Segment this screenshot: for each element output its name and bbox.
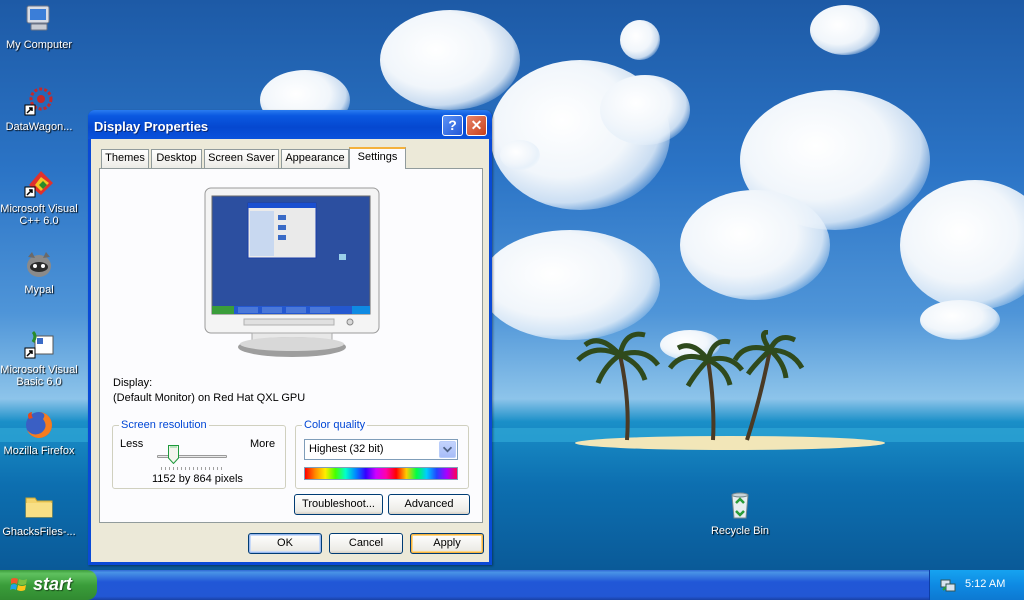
cloud <box>920 300 1000 340</box>
desktop-icon-label: Microsoft Visual Basic 6.0 <box>0 364 78 388</box>
color-spectrum-bar <box>304 467 458 480</box>
slider-more-label: More <box>250 438 276 450</box>
windows-logo-icon <box>10 578 27 591</box>
ok-button[interactable]: OK <box>248 533 322 554</box>
cloud <box>810 5 880 55</box>
desktop-icon-visual-cpp[interactable]: Microsoft Visual C++ 6.0 <box>0 167 79 227</box>
start-label: start <box>33 574 73 594</box>
system-tray: 5:12 AM <box>929 570 1024 600</box>
slider-less-label: Less <box>120 438 144 450</box>
apply-button[interactable]: Apply <box>410 533 484 554</box>
color-quality-legend: Color quality <box>302 419 368 431</box>
desktop-icon-label: Mypal <box>24 284 54 296</box>
cloud <box>480 230 660 340</box>
desktop-icon-mypal[interactable]: Mypal <box>0 248 79 296</box>
cloud <box>500 140 540 170</box>
mypal-icon <box>27 252 51 277</box>
desktop-icon-label: GhacksFiles-... <box>2 526 76 538</box>
clock[interactable]: 5:12 AM <box>965 578 1005 590</box>
desktop-icon-datawagon[interactable]: DataWagon... <box>0 85 79 133</box>
desktop-icon-firefox[interactable]: Mozilla Firefox <box>0 409 79 457</box>
desktop-icon-label: Microsoft Visual C++ 6.0 <box>0 203 78 227</box>
desktop-icon-label: DataWagon... <box>5 121 73 133</box>
window-title: Display Properties <box>94 119 209 134</box>
datawagon-shortcut-icon <box>24 87 53 116</box>
visual-cpp-shortcut-icon <box>24 171 53 198</box>
folder-icon <box>25 497 53 518</box>
visual-basic-shortcut-icon <box>24 330 54 359</box>
resolution-value: 1152 by 864 pixels <box>152 473 243 485</box>
tab-appearance[interactable]: Appearance <box>281 149 349 168</box>
desktop-icon-recycle-bin[interactable]: Recycle Bin <box>700 489 780 537</box>
dialog-client-area: Themes Desktop Screen Saver Appearance S… <box>91 139 489 562</box>
desktop-icon-label: My Computer <box>5 39 73 51</box>
start-button[interactable]: start <box>0 570 97 600</box>
cloud <box>380 10 520 110</box>
screen-resolution-legend: Screen resolution <box>119 419 209 431</box>
tab-desktop[interactable]: Desktop <box>151 149 202 168</box>
cloud <box>600 75 690 145</box>
advanced-button[interactable]: Advanced <box>388 494 470 515</box>
tab-themes[interactable]: Themes <box>101 149 149 168</box>
screen-resolution-group: Screen resolution Less More 1152 by 864 … <box>112 419 286 489</box>
settings-panel: Display: (Default Monitor) on Red Hat QX… <box>99 168 483 523</box>
display-properties-window: Display Properties ? ✕ Themes Desktop Sc… <box>88 110 492 565</box>
cancel-button[interactable]: Cancel <box>329 533 403 554</box>
desktop-icon-visual-basic[interactable]: Microsoft Visual Basic 6.0 <box>0 328 79 388</box>
cloud <box>620 20 660 60</box>
cloud <box>680 190 830 300</box>
cloud <box>900 180 1024 310</box>
resolution-slider-thumb[interactable] <box>168 445 179 464</box>
palm-trees <box>576 330 805 441</box>
title-bar[interactable]: Display Properties ? ✕ <box>88 110 492 139</box>
color-quality-select[interactable]: Highest (32 bit) <box>304 439 458 460</box>
display-value: (Default Monitor) on Red Hat QXL GPU <box>113 392 306 404</box>
desktop-icon-label: Recycle Bin <box>710 525 770 537</box>
taskbar: start 5:12 AM <box>0 570 1024 600</box>
color-quality-value: Highest (32 bit) <box>309 443 384 455</box>
network-icon[interactable] <box>940 577 956 593</box>
my-computer-icon <box>26 5 50 31</box>
recycle-bin-icon <box>731 492 749 519</box>
tab-settings[interactable]: Settings <box>349 147 406 169</box>
color-quality-group: Color quality Highest (32 bit) <box>295 419 469 489</box>
slider-ticks <box>161 467 223 470</box>
chevron-down-icon[interactable] <box>439 441 456 458</box>
desktop-icon-ghacksfiles[interactable]: GhacksFiles-... <box>0 490 79 538</box>
tab-screen-saver[interactable]: Screen Saver <box>204 149 279 168</box>
monitor-preview <box>204 187 380 357</box>
help-button[interactable]: ? <box>442 115 463 136</box>
desktop-icon-my-computer[interactable]: My Computer <box>0 3 79 51</box>
display-label: Display: <box>113 377 153 389</box>
desktop-icon-label: Mozilla Firefox <box>3 445 75 457</box>
troubleshoot-button[interactable]: Troubleshoot... <box>294 494 383 515</box>
firefox-icon <box>26 412 52 438</box>
close-button[interactable]: ✕ <box>466 115 487 136</box>
